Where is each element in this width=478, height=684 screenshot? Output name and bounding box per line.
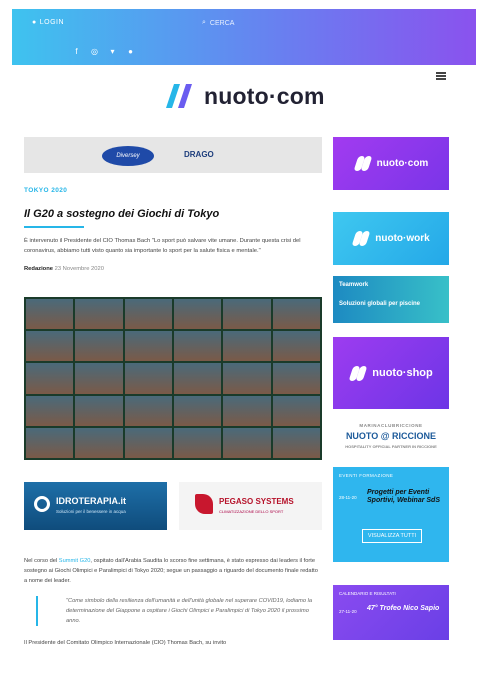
diversey-logo: Diversey: [102, 146, 154, 166]
nuoto-com-banner[interactable]: nuoto·com: [333, 137, 449, 190]
search-link[interactable]: ⌕ CERCA: [202, 19, 234, 27]
pegaso-title: PEGASO SYSTEMS: [219, 497, 294, 506]
nuoto-logo-icon: [354, 156, 372, 171]
instagram-icon[interactable]: ◎: [90, 47, 99, 56]
article-category[interactable]: TOKYO 2020: [24, 187, 322, 194]
riccione-sub: HOSPITALITY OFFICIAL PARTNER IN RICCIONE: [345, 443, 437, 449]
body-1-start: Nel corso del: [24, 558, 58, 564]
idroterapia-logo-icon: [34, 496, 50, 512]
nuoto-shop-banner[interactable]: nuoto·shop: [333, 337, 449, 409]
top-ad-banner[interactable]: Diversey DRAGO: [24, 137, 322, 173]
calendar-date: 27-11-20: [339, 609, 357, 614]
pegaso-logo-icon: [195, 494, 213, 514]
nuoto-work-banner[interactable]: nuoto·work: [333, 212, 449, 265]
nuoto-logo-icon: [349, 366, 367, 381]
teamwork-brand: Teamwork: [339, 282, 369, 288]
event-date: 28-11-20: [339, 495, 357, 500]
idroterapia-title: IDROTERAPIA.it: [56, 496, 127, 506]
social-links: f ◎ ▾ ●: [72, 47, 135, 56]
facebook-icon[interactable]: f: [72, 47, 81, 56]
calendar-header: CALENDARIO E RISULTATI: [339, 591, 396, 596]
search-icon: ⌕: [202, 19, 206, 26]
pegaso-ad[interactable]: PEGASO SYSTEMS CLIMATIZZAZIONE DELLO SPO…: [179, 482, 322, 530]
article-body-paragraph-1: Nel corso del Summit G20, ospitato dall'…: [24, 556, 322, 586]
drago-logo: DRAGO: [184, 150, 214, 159]
teamwork-text: Soluzioni globali per piscine: [339, 301, 421, 307]
teamwork-banner[interactable]: Teamwork Soluzioni globali per piscine: [333, 276, 449, 323]
article-column: Diversey DRAGO TOKYO 2020 Il G20 a soste…: [24, 137, 322, 648]
search-label: CERCA: [209, 19, 235, 27]
login-link[interactable]: ● LOGIN: [32, 19, 64, 26]
riccione-banner[interactable]: MARINACLUBRICCIONE NUOTO @ RICCIONE HOSP…: [333, 411, 449, 460]
riccione-top: MARINACLUBRICCIONE: [359, 422, 423, 428]
nuoto-shop-label: nuoto·shop: [372, 367, 433, 379]
idroterapia-ad[interactable]: IDROTERAPIA.it Soluzioni per il benesser…: [24, 482, 167, 530]
article-quote: "Come simbolo della resilienza dell'uman…: [36, 596, 322, 626]
idroterapia-subtitle: Soluzioni per il benessere in acqua: [56, 509, 126, 514]
top-bar: ● LOGIN ⌕ CERCA f ◎ ▾ ●: [12, 9, 476, 65]
article-photo: [24, 297, 322, 460]
logo-text: nuoto·com: [204, 82, 325, 109]
pegaso-subtitle: CLIMATIZZAZIONE DELLO SPORT: [219, 509, 284, 514]
login-label: LOGIN: [39, 19, 65, 26]
menu-icon[interactable]: [436, 72, 446, 80]
calendar-widget: CALENDARIO E RISULTATI 27-11-20 47° Trof…: [333, 585, 449, 640]
event-name[interactable]: Progetti per Eventi Sportivi, Webinar Sd…: [367, 489, 447, 505]
user-icon: ●: [32, 19, 37, 26]
article-author[interactable]: Redazione: [24, 266, 53, 272]
logo-mark-icon: [166, 84, 192, 108]
events-widget: EVENTI FORMAZIONE 28-11-20 Progetti per …: [333, 467, 449, 562]
g20-link[interactable]: Summit G20: [59, 558, 91, 564]
site-logo[interactable]: nuoto·com: [162, 82, 325, 110]
riccione-title: NUOTO @ RICCIONE: [345, 430, 437, 441]
article-date: 23 Novembre 2020: [54, 266, 104, 272]
nuoto-com-label: nuoto·com: [376, 158, 429, 169]
article-excerpt: È intervenuto il Presidente del CIO Thom…: [24, 238, 301, 254]
events-header: EVENTI FORMAZIONE: [339, 473, 394, 478]
sidebar: nuoto·com nuoto·work Teamwork Soluzioni …: [333, 137, 449, 640]
calendar-event-name[interactable]: 47° Trofeo Nico Sapio: [367, 605, 439, 613]
youtube-icon[interactable]: ●: [126, 47, 135, 56]
nuoto-work-label: nuoto·work: [375, 233, 430, 244]
article-byline: Redazione 23 Novembre 2020: [24, 266, 322, 272]
article-body-paragraph-2: Il Presidente del Comitato Olimpico Inte…: [24, 640, 227, 646]
article-title: Il G20 a sostegno dei Giochi di Tokyo: [24, 208, 220, 220]
nuoto-logo-icon: [352, 231, 370, 246]
title-underline: [24, 226, 84, 228]
sponsor-row: IDROTERAPIA.it Soluzioni per il benesser…: [24, 482, 322, 530]
twitter-icon[interactable]: ▾: [108, 47, 117, 56]
view-all-events-button[interactable]: VISUALIZZA TUTTI: [362, 529, 422, 543]
